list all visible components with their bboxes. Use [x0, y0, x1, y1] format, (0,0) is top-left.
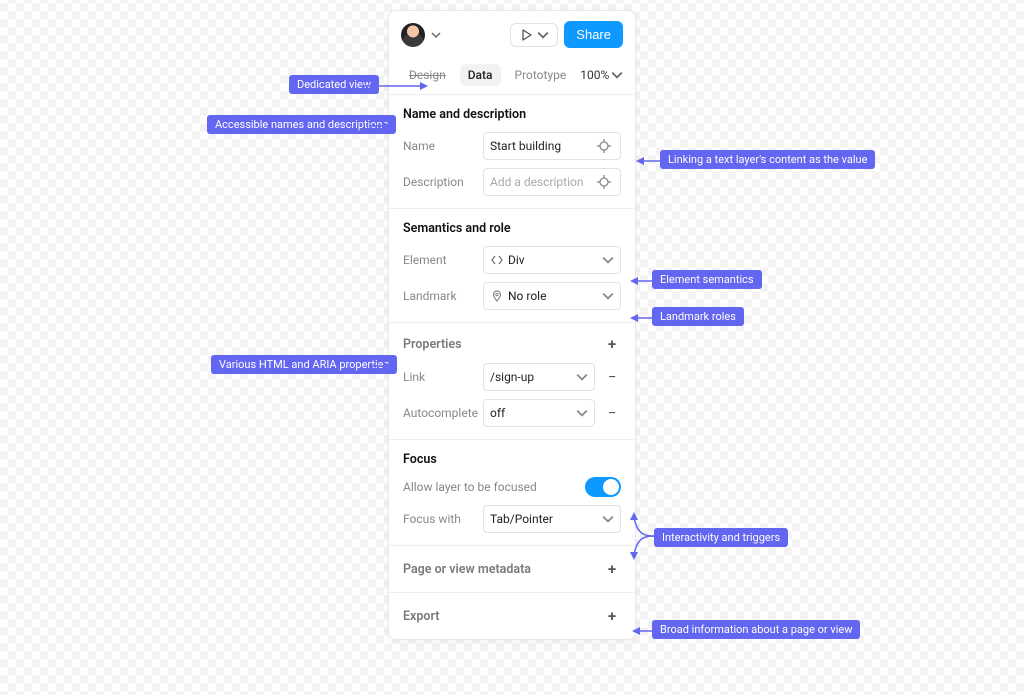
landmark-select[interactable]: No role [483, 282, 621, 310]
annot-element-semantics: Element semantics [652, 270, 762, 289]
annot-dedicated-view: Dedicated view [289, 75, 379, 94]
description-field[interactable]: Add a description [483, 168, 621, 196]
autocomplete-value: off [490, 406, 572, 420]
zoom-value: 100% [580, 68, 609, 82]
link-value: /sign-up [490, 370, 572, 384]
chevron-down-icon [576, 371, 588, 383]
annot-landmark-roles: Landmark roles [652, 307, 744, 326]
zoom-control[interactable]: 100% [580, 68, 623, 82]
chevron-down-icon [602, 290, 614, 302]
section-export[interactable]: Export + [389, 593, 635, 639]
chevron-down-icon [576, 407, 588, 419]
section-focus: Focus Allow layer to be focused Focus wi… [389, 440, 635, 546]
autocomplete-select[interactable]: off [483, 399, 595, 427]
tab-design[interactable]: Design [401, 64, 454, 86]
share-button[interactable]: Share [564, 21, 623, 48]
annot-html-aria: Various HTML and ARIA properties [211, 355, 397, 374]
target-icon[interactable] [594, 136, 614, 156]
name-field[interactable]: Start building [483, 132, 621, 160]
chevron-down-icon [611, 69, 623, 81]
element-select[interactable]: Div [483, 246, 621, 274]
landmark-label: Landmark [403, 289, 475, 303]
properties-title-text: Properties [403, 337, 462, 352]
description-placeholder: Add a description [490, 175, 590, 189]
landmark-value: No role [508, 289, 598, 303]
export-title: Export [403, 609, 439, 624]
avatar[interactable] [401, 23, 425, 47]
section-title: Name and description [403, 107, 621, 122]
element-value: Div [508, 253, 598, 267]
name-value: Start building [490, 139, 590, 153]
chevron-down-icon [602, 513, 614, 525]
section-title: Properties + [403, 335, 621, 353]
annot-broad-info: Broad information about a page or view [652, 620, 860, 639]
allow-focus-toggle[interactable] [585, 477, 621, 497]
add-property-button[interactable]: + [603, 335, 621, 353]
play-button[interactable] [510, 23, 558, 47]
focus-with-select[interactable]: Tab/Pointer [483, 505, 621, 533]
panel-header: Share [389, 11, 635, 58]
chevron-down-icon [537, 29, 549, 41]
link-select[interactable]: /sign-up [483, 363, 595, 391]
pin-icon [490, 290, 504, 302]
annot-linking-text: Linking a text layer's content as the va… [660, 150, 875, 169]
annot-accessible-names: Accessible names and descriptions [207, 115, 396, 134]
section-name-description: Name and description Name Start building… [389, 95, 635, 209]
autocomplete-label: Autocomplete [403, 406, 475, 420]
link-label: Link [403, 370, 475, 384]
section-title: Focus [403, 452, 621, 467]
allow-focus-label: Allow layer to be focused [403, 480, 577, 494]
metadata-title: Page or view metadata [403, 562, 531, 577]
section-title: Semantics and role [403, 221, 621, 236]
name-label: Name [403, 139, 475, 153]
description-label: Description [403, 175, 475, 189]
element-label: Element [403, 253, 475, 267]
tab-data[interactable]: Data [460, 64, 501, 86]
chevron-down-icon [602, 254, 614, 266]
avatar-chevron-icon[interactable] [431, 30, 441, 40]
play-icon [519, 28, 533, 42]
tab-prototype[interactable]: Prototype [507, 64, 575, 86]
inspector-panel: Share Design Data Prototype 100% Name an… [388, 10, 636, 640]
add-metadata-button[interactable]: + [603, 560, 621, 578]
tabs-row: Design Data Prototype 100% [389, 58, 635, 95]
focus-with-label: Focus with [403, 512, 475, 526]
section-metadata[interactable]: Page or view metadata + [389, 546, 635, 593]
remove-link-button[interactable]: − [603, 368, 621, 386]
add-export-button[interactable]: + [603, 607, 621, 625]
section-semantics: Semantics and role Element Div Landmark … [389, 209, 635, 323]
section-properties: Properties + Link /sign-up − Autocomplet… [389, 323, 635, 440]
code-icon [490, 254, 504, 266]
remove-autocomplete-button[interactable]: − [603, 404, 621, 422]
focus-with-value: Tab/Pointer [490, 512, 598, 526]
annot-interactivity: Interactivity and triggers [654, 528, 788, 547]
target-icon[interactable] [594, 172, 614, 192]
